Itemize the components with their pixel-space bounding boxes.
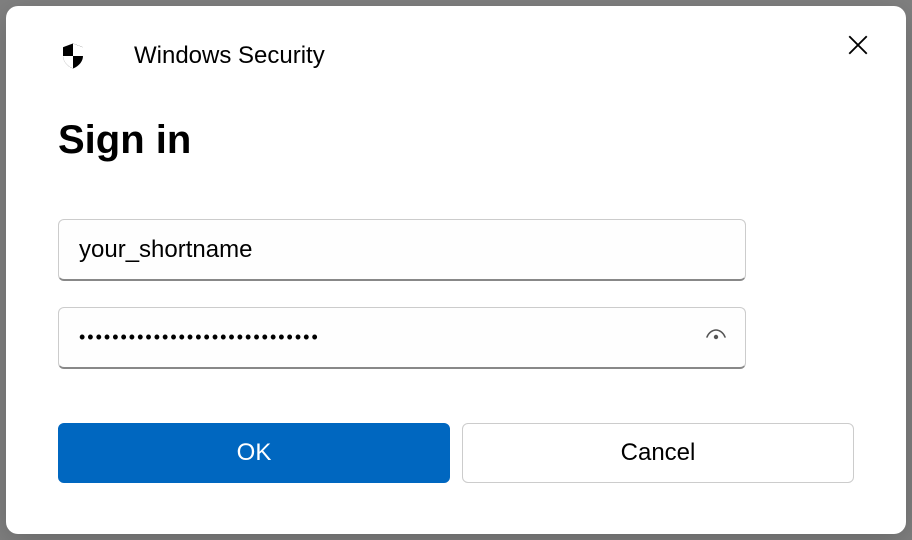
- shield-icon: [58, 41, 88, 71]
- security-dialog: Windows Security Sign in OK Cancel: [6, 6, 906, 534]
- eye-icon: [704, 325, 728, 352]
- close-button[interactable]: [842, 30, 874, 62]
- dialog-title: Windows Security: [134, 42, 866, 70]
- dialog-content: Sign in: [6, 78, 906, 369]
- close-icon: [848, 35, 868, 58]
- username-input[interactable]: [58, 219, 746, 281]
- reveal-password-button[interactable]: [694, 316, 738, 360]
- ok-button[interactable]: OK: [58, 423, 450, 483]
- password-input[interactable]: [58, 307, 746, 369]
- button-row: OK Cancel: [6, 423, 906, 483]
- sign-in-heading: Sign in: [58, 118, 854, 163]
- password-wrapper: [58, 307, 746, 369]
- titlebar: Windows Security: [6, 6, 906, 78]
- cancel-button[interactable]: Cancel: [462, 423, 854, 483]
